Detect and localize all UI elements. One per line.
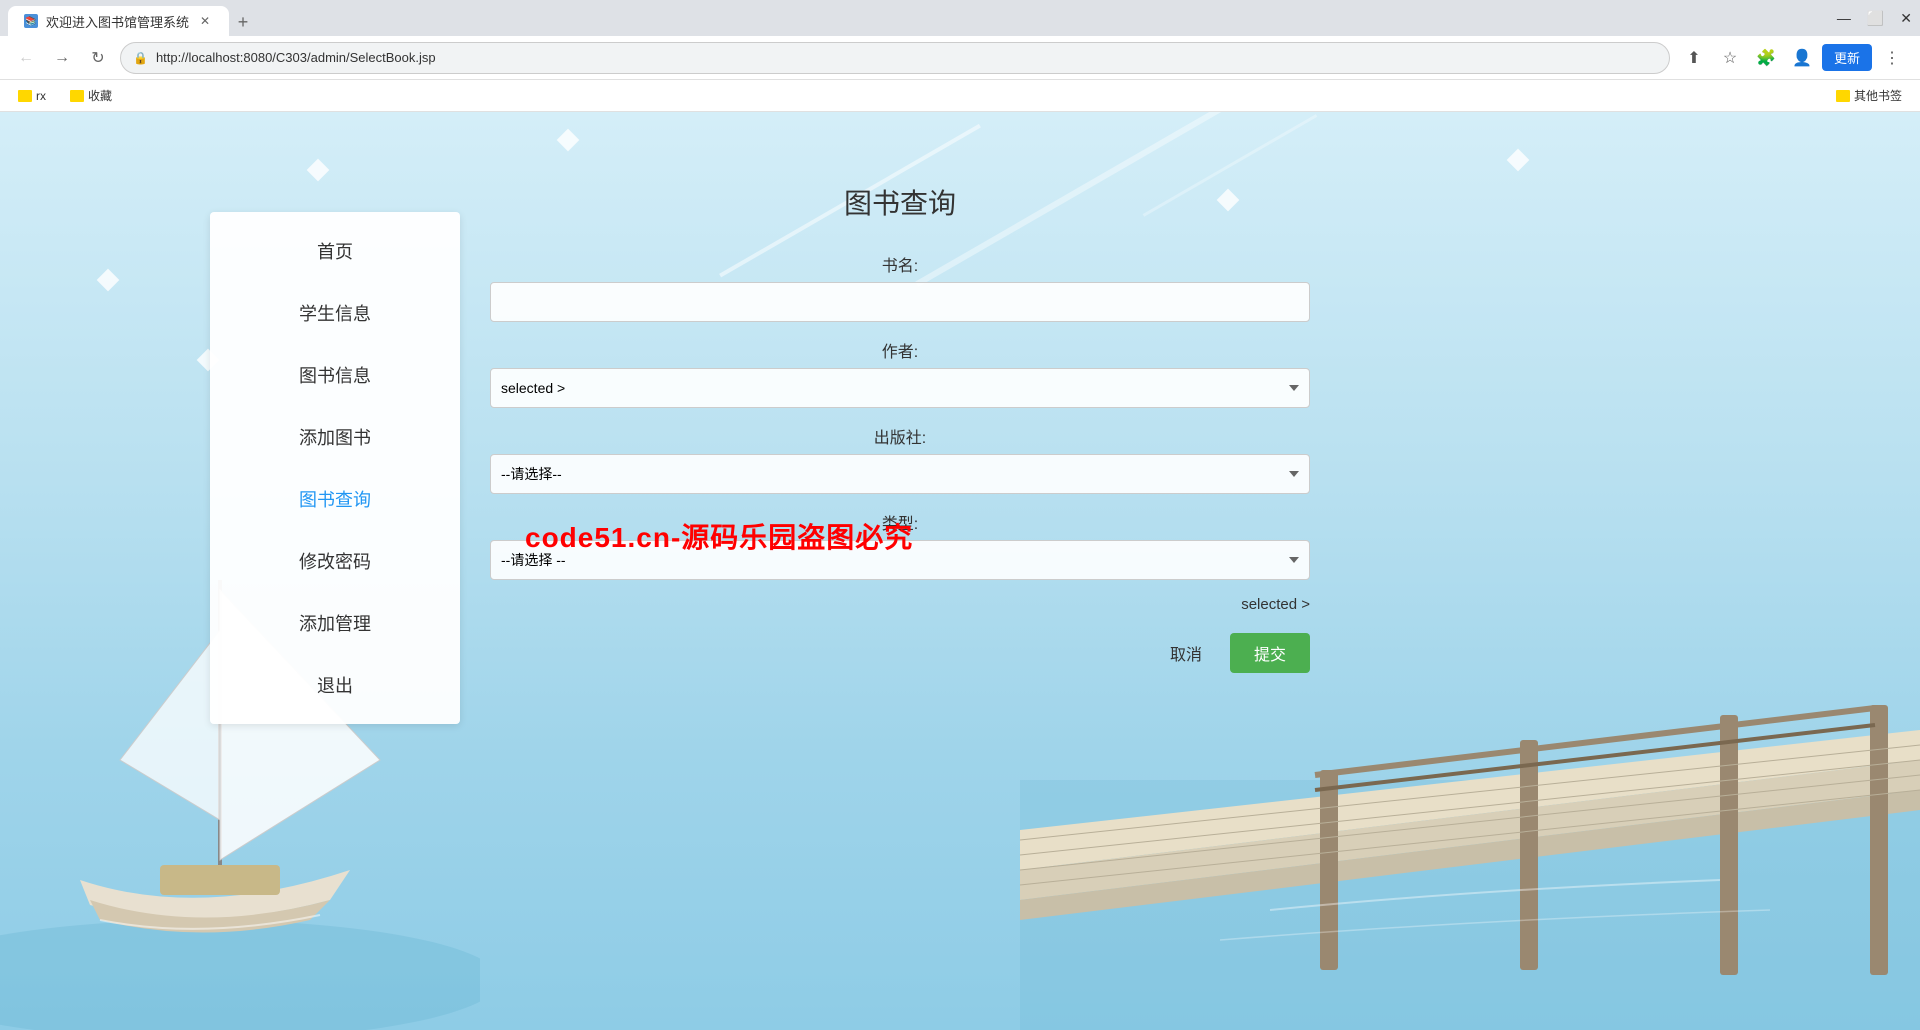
nav-panel: 首页 学生信息 图书信息 添加图书 图书查询 修改密码 添加管理 退出: [210, 212, 460, 724]
active-tab[interactable]: 📚 欢迎进入图书馆管理系统 ✕: [8, 6, 229, 36]
author-select[interactable]: selected >: [490, 368, 1310, 408]
bookmarks-right: 其他书签: [1830, 85, 1908, 106]
tab-favicon: 📚: [24, 14, 38, 28]
lock-icon: 🔒: [133, 51, 148, 65]
folder-icon: [70, 90, 84, 102]
update-button[interactable]: 更新: [1822, 44, 1872, 71]
author-label: 作者:: [490, 338, 1310, 362]
diamond-decoration: [307, 159, 330, 182]
submit-button[interactable]: 提交: [1230, 633, 1310, 673]
bookmark-collection-label: 收藏: [88, 87, 112, 104]
folder-icon: [18, 90, 32, 102]
new-tab-button[interactable]: +: [229, 8, 257, 36]
title-bar: 📚 欢迎进入图书馆管理系统 ✕ + — ⬜ ✕: [0, 0, 1920, 36]
toolbar-actions: ⬆ ☆ 🧩 👤 更新 ⋮: [1678, 42, 1908, 74]
page-title: 图书查询: [490, 182, 1310, 222]
type-group: 类型: --请选择 --: [490, 510, 1310, 580]
nav-home[interactable]: 首页: [210, 220, 460, 282]
publisher-label: 出版社:: [490, 424, 1310, 448]
selected-indicator: selected >: [490, 596, 1310, 613]
nav-change-password[interactable]: 修改密码: [210, 530, 460, 592]
address-bar[interactable]: 🔒 http://localhost:8080/C303/admin/Selec…: [120, 42, 1670, 74]
type-select[interactable]: --请选择 --: [490, 540, 1310, 580]
page-content: 首页 学生信息 图书信息 添加图书 图书查询 修改密码 添加管理 退出 图书查询…: [0, 112, 1920, 1030]
publisher-group: 出版社: --请选择--: [490, 424, 1310, 494]
book-name-label: 书名:: [490, 252, 1310, 276]
bookmark-others[interactable]: 其他书签: [1830, 85, 1908, 106]
bookmark-others-label: 其他书签: [1854, 87, 1902, 104]
nav-book-query[interactable]: 图书查询: [210, 468, 460, 530]
forward-button[interactable]: →: [48, 44, 76, 72]
star-icon[interactable]: ☆: [1714, 42, 1746, 74]
book-name-group: 书名:: [490, 252, 1310, 322]
bookmark-collection[interactable]: 收藏: [64, 85, 118, 106]
nav-logout[interactable]: 退出: [210, 654, 460, 716]
publisher-select[interactable]: --请选择--: [490, 454, 1310, 494]
form-actions: 取消 提交: [490, 633, 1310, 673]
diamond-decoration: [97, 269, 120, 292]
bookmark-rx[interactable]: rx: [12, 87, 52, 105]
nav-add-admin[interactable]: 添加管理: [210, 592, 460, 654]
tab-title: 欢迎进入图书馆管理系统: [46, 12, 189, 31]
menu-icon[interactable]: ⋮: [1876, 42, 1908, 74]
extensions-icon[interactable]: 🧩: [1750, 42, 1782, 74]
maximize-button[interactable]: ⬜: [1867, 10, 1884, 27]
back-button[interactable]: ←: [12, 44, 40, 72]
book-name-input[interactable]: [490, 282, 1310, 322]
type-label: 类型:: [490, 510, 1310, 534]
url-text: http://localhost:8080/C303/admin/SelectB…: [156, 50, 436, 65]
window-controls: — ⬜ ✕: [1837, 10, 1912, 27]
bookmark-rx-label: rx: [36, 89, 46, 103]
diamond-decoration: [1507, 149, 1530, 172]
profile-icon[interactable]: 👤: [1786, 42, 1818, 74]
form-container: 图书查询 书名: 作者: selected > 出版社: --请选择--: [490, 182, 1310, 673]
tab-close-button[interactable]: ✕: [197, 13, 213, 29]
nav-student-info[interactable]: 学生信息: [210, 282, 460, 344]
diamond-decoration: [557, 129, 580, 152]
nav-add-book[interactable]: 添加图书: [210, 406, 460, 468]
share-icon[interactable]: ⬆: [1678, 42, 1710, 74]
folder-icon: [1836, 90, 1850, 102]
nav-book-info[interactable]: 图书信息: [210, 344, 460, 406]
cancel-button[interactable]: 取消: [1154, 633, 1218, 673]
close-button[interactable]: ✕: [1900, 10, 1912, 27]
minimize-button[interactable]: —: [1837, 10, 1851, 26]
browser-toolbar: ← → ↻ 🔒 http://localhost:8080/C303/admin…: [0, 36, 1920, 80]
bookmarks-bar: rx 收藏 其他书签: [0, 80, 1920, 112]
tab-bar: 📚 欢迎进入图书馆管理系统 ✕ +: [8, 0, 257, 36]
author-group: 作者: selected >: [490, 338, 1310, 408]
reload-button[interactable]: ↻: [84, 44, 112, 72]
